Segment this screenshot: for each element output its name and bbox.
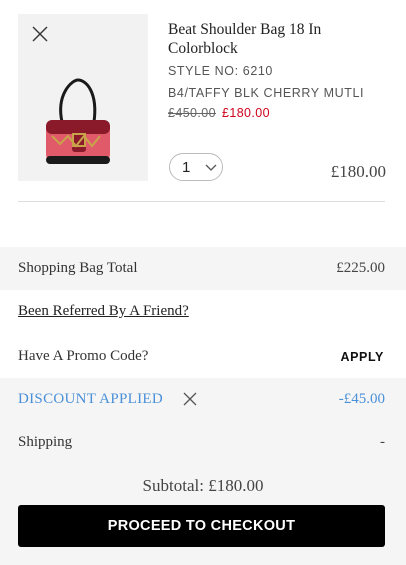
shipping-label: Shipping xyxy=(18,434,73,450)
quantity-select[interactable]: 1 xyxy=(169,153,223,181)
chevron-down-icon xyxy=(205,164,217,171)
discount-label: DISCOUNT APPLIED xyxy=(18,391,163,407)
shipping-row: Shipping - xyxy=(0,421,406,465)
apply-promo-button[interactable]: APPLY xyxy=(340,350,384,364)
promo-row: Have A Promo Code? APPLY xyxy=(0,335,406,378)
bag-total-row: Shopping Bag Total £225.00 xyxy=(0,247,406,290)
quantity-value: 1 xyxy=(182,159,191,176)
bag-total-value: £225.00 xyxy=(336,260,385,276)
close-icon xyxy=(183,392,197,406)
product-color: B4/TAFFY BLK CHERRY MUTLI xyxy=(168,86,365,100)
remove-discount-button[interactable] xyxy=(182,391,198,407)
divider xyxy=(18,201,385,202)
sale-price: £180.00 xyxy=(221,106,270,120)
referred-friend-link[interactable]: Been Referred By A Friend? xyxy=(18,303,189,320)
product-image[interactable] xyxy=(18,14,148,181)
checkout-area: PROCEED TO CHECKOUT xyxy=(0,505,406,565)
promo-label[interactable]: Have A Promo Code? xyxy=(18,348,148,365)
referral-row: Been Referred By A Friend? xyxy=(0,290,406,335)
bag-total-label: Shopping Bag Total xyxy=(18,260,138,276)
subtotal-row: Subtotal: £180.00 xyxy=(0,465,406,507)
line-total: £180.00 xyxy=(330,162,386,181)
remove-item-button[interactable] xyxy=(31,25,49,43)
cart-item: Beat Shoulder Bag 18 In Colorblock STYLE… xyxy=(0,0,406,240)
style-number: STYLE NO: 6210 xyxy=(168,64,273,78)
shoulder-bag-illustration xyxy=(46,78,110,164)
price-group: £450.00 £180.00 xyxy=(168,106,270,120)
product-name[interactable]: Beat Shoulder Bag 18 In Colorblock xyxy=(168,20,368,58)
original-price: £450.00 xyxy=(168,106,216,120)
close-icon xyxy=(32,26,48,42)
subtotal: Subtotal: £180.00 xyxy=(142,476,264,495)
discount-row: DISCOUNT APPLIED -£45.00 xyxy=(0,378,406,421)
discount-value: -£45.00 xyxy=(338,391,385,407)
proceed-to-checkout-button[interactable]: PROCEED TO CHECKOUT xyxy=(18,505,385,547)
shipping-value: - xyxy=(380,434,385,450)
